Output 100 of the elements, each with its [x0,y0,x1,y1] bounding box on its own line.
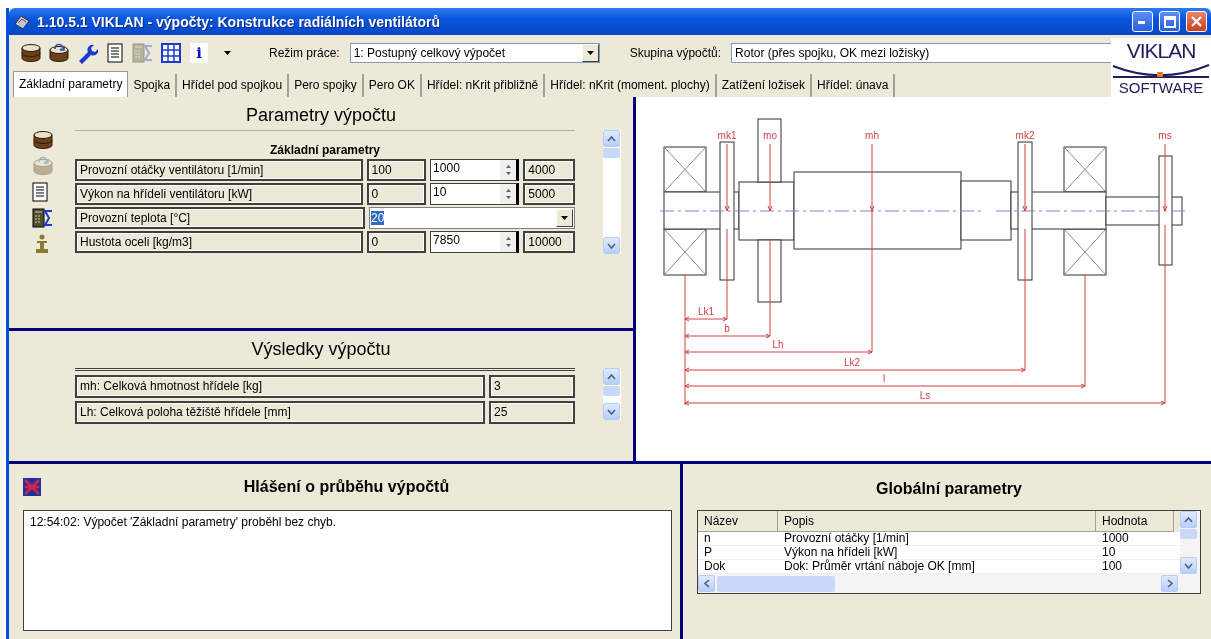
dimension-label: ms [1158,130,1172,141]
dimension-label: Ls [919,390,931,401]
scroll-down-button[interactable] [1180,557,1197,574]
section-title: Parametry výpočtu [244,104,398,127]
maximize-button[interactable] [1159,11,1180,32]
parameter-label: Hustota oceli [kg/m3] [75,231,363,253]
logo-text: SOFTWARE [1118,79,1204,96]
result-value: 3 [489,375,575,398]
minimize-icon [1138,19,1147,24]
error-log-icon [23,478,41,496]
grid-icon [161,43,181,63]
section-title: Výsledky výpočtu [250,338,392,361]
dimension-label: Lh [772,339,784,350]
scroll-thumb[interactable] [1180,529,1197,539]
result-label: Lh: Celková poloha těžiště hřídele [mm] [75,401,485,424]
tab[interactable]: Hřídel pod spojkou [177,74,290,97]
dimension-label: Lk1 [697,306,715,317]
scroll-up-button[interactable] [1180,511,1197,528]
max-value: 5000 [523,183,575,205]
app-icon [13,13,31,30]
info-button[interactable]: i [187,41,211,65]
spin-arrows-icon [503,187,513,201]
value-dropdown[interactable]: 20 [369,207,575,229]
toolbar-button[interactable] [159,41,183,65]
table-cell-text: 100 [1101,560,1124,573]
scroll-thumb[interactable] [603,386,620,396]
table-cell-text: Provozní otáčky [1/min] [783,532,910,545]
scroll-down-button[interactable] [603,403,620,420]
tab[interactable]: Hřídel: nKrit přibližně [421,74,546,97]
mode-dropdown[interactable]: 1: Postupný celkový výpočet [349,43,600,63]
dimension-label: l [882,373,886,384]
result-label: mh: Celková hmotnost hřídele [kg] [75,375,485,398]
scroll-left-button[interactable] [698,575,715,592]
parameter-label: Výkon na hřídeli ventilátoru [kW] [75,183,363,205]
document-icon [32,182,48,202]
table-cell-text: Dok: Průměr vrtání náboje OK [mm] [783,560,976,573]
section-title: Globální parametry [875,479,1023,499]
close-icon [1191,16,1202,27]
min-value: 100 [366,159,427,181]
column-header[interactable]: Popis [778,511,1096,532]
dimension-label: mh [865,130,879,141]
scroll-thumb[interactable] [603,148,620,158]
maximize-icon [1163,15,1176,28]
tab[interactable]: Základní parametry [13,71,129,97]
table-cell-text: 1000 [1101,532,1130,545]
field-label: Skupina výpočtů: [629,46,722,60]
scroll-down-button[interactable] [603,237,620,254]
section-title: Hlášení o průběhu výpočtů [242,478,451,496]
document-icon [107,43,123,63]
caret-icon [585,50,595,56]
tab[interactable]: Pero OK [363,74,422,97]
database-refresh-icon [32,156,54,176]
swoosh-icon [1111,63,1211,79]
dimension-label: mk2 [1015,130,1035,141]
spin-field[interactable]: 1000 [430,159,520,181]
max-value: 4000 [523,159,575,181]
scroll-right-button[interactable] [1161,575,1178,592]
table-cell-text: Výkon na hřídeli [kW] [783,546,899,559]
tab[interactable]: Spojka [128,74,178,97]
log-message: 12:54:02: Výpočet 'Základní parametry' proběhl bez chyb. [30,515,338,529]
caret-icon [560,215,569,221]
column-header[interactable]: Název [698,511,778,532]
result-value: 25 [489,401,575,424]
dimension-label: mo [763,130,777,141]
window-title: 1.10.5.1 VIKLAN - výpočty: Konstrukce radiálních ventilátorů [37,13,441,30]
spin-field[interactable]: 10 [430,183,520,205]
table-cell-text: Dok [703,560,727,573]
database-icon [32,130,54,150]
spin-arrows-icon [503,163,513,177]
scroll-up-button[interactable] [603,130,620,147]
caret-icon [222,50,232,56]
scroll-thumb[interactable] [717,575,835,592]
scroll-up-button[interactable] [603,368,620,385]
toolbar-button[interactable] [47,41,71,65]
column-header[interactable]: Hodnota [1096,511,1174,532]
vertical-scrollbar[interactable] [603,130,621,254]
tab[interactable]: Pero spojky [289,74,364,97]
calculator-icon [132,43,154,63]
toolbar-button[interactable] [19,41,43,65]
spin-field[interactable]: 7850 [430,231,520,253]
database-refresh-icon [48,43,70,63]
dimension-label: mk1 [717,130,737,141]
parameter-label: Provozní otáčky ventilátoru [1/min] [75,159,363,181]
vertical-scrollbar[interactable] [603,368,621,420]
table-cell-text: 10 [1101,546,1117,559]
spin-arrows-icon [503,235,513,249]
database-icon [20,43,42,63]
minimize-button[interactable] [1132,11,1153,32]
logo-text: VIKLAN [1126,39,1196,63]
table-cell-text: P [703,546,713,559]
calculator-icon [32,208,54,228]
min-value: 0 [366,183,427,205]
dimension-label: b [724,323,730,334]
table-cell-text: n [703,532,712,545]
min-value: 0 [366,231,427,253]
group-heading: Základní parametry [75,130,575,157]
group-field[interactable]: Rotor (přes spojku, OK mezi ložisky) [731,43,1112,63]
close-button[interactable] [1186,11,1207,32]
dimension-label: Lk2 [843,357,861,368]
field-label: Režim práce: [269,46,340,60]
